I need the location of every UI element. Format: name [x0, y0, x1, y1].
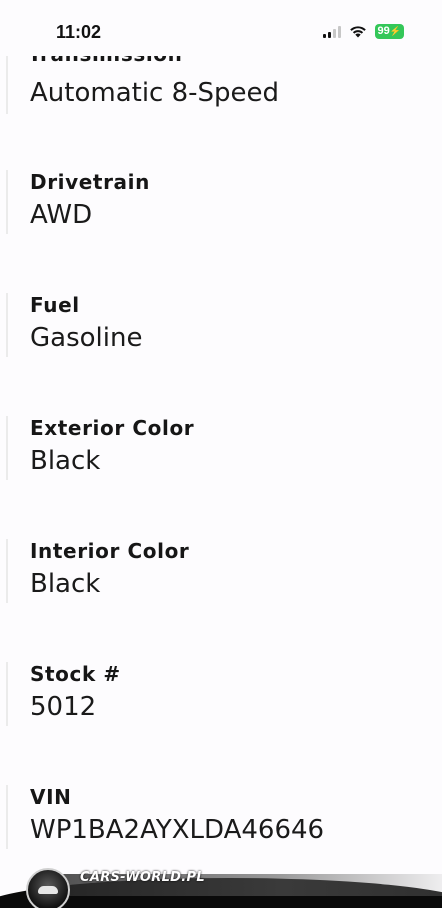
watermark-text: CARS-WORLD.PL — [80, 870, 205, 885]
cellular-signal-icon — [322, 25, 341, 38]
spec-exterior-color: Exterior Color Black — [6, 416, 428, 480]
spec-value-stock-number: 5012 — [30, 692, 97, 722]
battery-icon: 99⚡ — [374, 24, 404, 39]
watermark-bar: CARS-WORLD.PL — [0, 868, 442, 908]
wifi-icon — [349, 26, 366, 38]
spec-label-interior-color: Interior Color — [30, 539, 190, 563]
spec-value-fuel: Gasoline — [30, 323, 143, 353]
status-icons: 99⚡ — [322, 24, 404, 39]
spec-value-exterior-color: Black — [30, 446, 101, 476]
cars-world-logo-icon — [26, 868, 70, 908]
spec-interior-color: Interior Color Black — [6, 539, 428, 603]
spec-vin: VIN WP1BA2AYXLDA46646 — [6, 785, 428, 849]
spec-value-interior-color: Black — [30, 569, 101, 599]
spec-label-exterior-color: Exterior Color — [30, 416, 195, 440]
spec-value-transmission: Automatic 8-Speed — [30, 78, 280, 108]
spec-label-vin: VIN — [30, 785, 72, 809]
status-time: 11:02 — [56, 22, 102, 42]
spec-stock-number: Stock # 5012 — [6, 662, 428, 726]
spec-value-drivetrain: AWD — [30, 200, 93, 230]
spec-label-fuel: Fuel — [30, 293, 80, 317]
spec-value-vin: WP1BA2AYXLDA46646 — [30, 815, 325, 845]
spec-label-drivetrain: Drivetrain — [30, 170, 150, 194]
battery-level: 99 — [377, 25, 390, 37]
spec-fuel: Fuel Gasoline — [6, 293, 428, 357]
spec-transmission: Automatic 8-Speed — [6, 50, 428, 114]
status-bar: 11:02 99⚡ — [0, 0, 442, 56]
spec-drivetrain: Drivetrain AWD — [6, 170, 428, 234]
spec-label-stock-number: Stock # — [30, 662, 121, 686]
